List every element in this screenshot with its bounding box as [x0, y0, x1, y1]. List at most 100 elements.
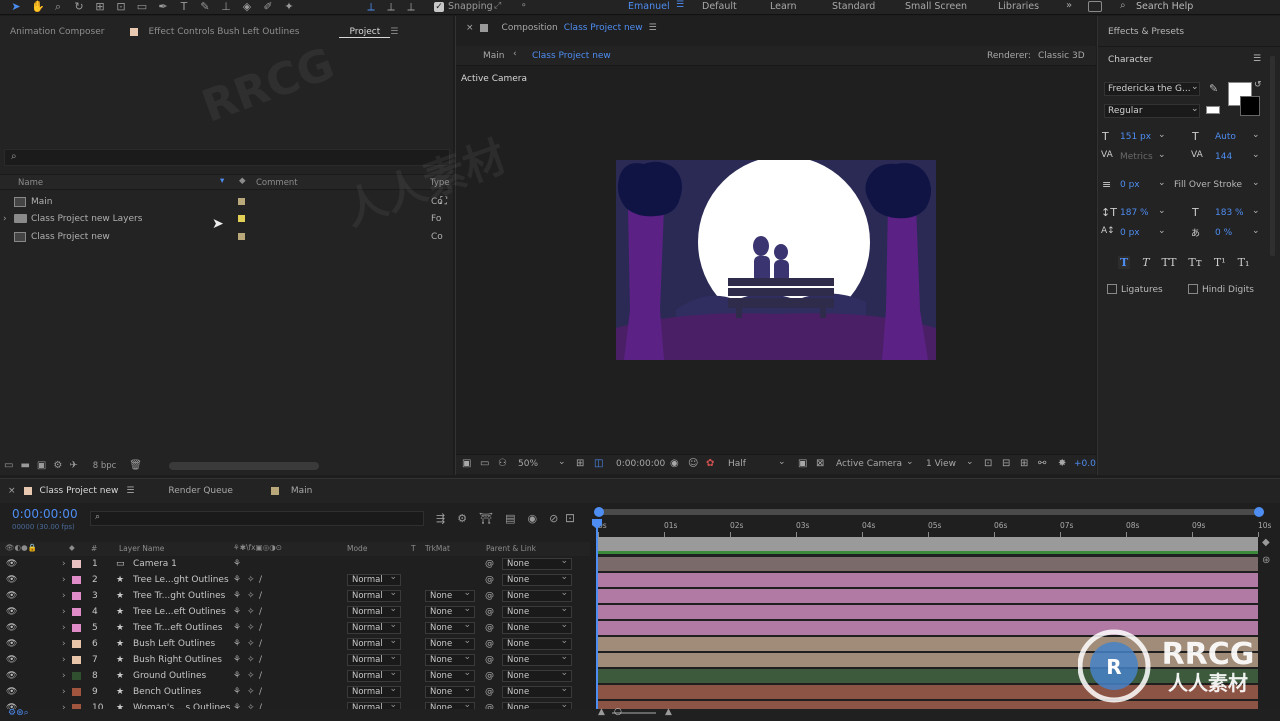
monitor-icon[interactable]: ▭ [480, 458, 489, 469]
column-type[interactable]: Type [430, 178, 450, 188]
local-axis-icon[interactable]: ⟂ [365, 1, 377, 13]
column-parent[interactable]: Parent & Link [486, 544, 536, 553]
expand-chevron-icon[interactable]: › [62, 604, 66, 620]
blend-mode-dropdown[interactable]: Normal [347, 588, 401, 602]
layer-row[interactable]: 👁 › 3 ★ Tree Tr...ght Outlines ⚘ ✧ / Nor… [0, 588, 590, 604]
column-trkmat[interactable]: TrkMat [425, 544, 450, 553]
small-caps-icon[interactable]: Tт [1188, 256, 1201, 269]
camera-chevron-icon[interactable]: ⌄ [906, 457, 914, 467]
layer-row[interactable]: 👁 › 4 ★ Tree Le...eft Outlines ⚘ ✧ / Nor… [0, 604, 590, 620]
channel-icon[interactable]: ✿ [706, 458, 714, 469]
horizontal-scale-value[interactable]: 183 % [1215, 208, 1244, 218]
timeline-icon[interactable]: ⊞ [1020, 458, 1028, 469]
layer-row[interactable]: 👁 › 2 ★ Tree Le...ght Outlines ⚘ ✧ / Nor… [0, 572, 590, 588]
project-search-input[interactable]: ⌕ [4, 149, 450, 166]
shy-switch-icon[interactable]: ⚘ [233, 636, 241, 652]
shy-switch-icon[interactable]: ⚘ [233, 572, 241, 588]
parent-dropdown[interactable]: None [502, 556, 572, 570]
close-tab-icon[interactable]: × [466, 23, 474, 33]
puppet-tool-icon[interactable]: ✦ [283, 1, 295, 13]
snapping-mode-icon[interactable]: ⚬ [520, 1, 528, 11]
region-of-interest-icon[interactable]: ▣ [798, 458, 807, 469]
layer-name[interactable]: Ground Outlines [133, 668, 206, 684]
vr-icon[interactable]: ⚇ [498, 458, 507, 469]
layer-duration-bar[interactable] [598, 589, 1258, 603]
faux-bold-icon[interactable]: T [1118, 256, 1131, 269]
layer-duration-bar[interactable] [598, 605, 1258, 619]
snapping-options-icon[interactable]: ⤢ [494, 1, 501, 11]
snapping-checkbox[interactable]: ✓ [434, 2, 444, 12]
breadcrumb-class-project[interactable]: Class Project new [532, 51, 611, 61]
collapse-switch-icon[interactable]: ✧ [247, 684, 255, 700]
chevron-down-icon[interactable]: ⌄ [1252, 150, 1260, 160]
zoom-out-icon[interactable]: ▲ [598, 707, 605, 717]
current-time-display[interactable]: 0:00:00:00 [616, 459, 665, 469]
panel-menu-icon[interactable]: ☰ [649, 23, 657, 33]
layer-row[interactable]: 👁 › 9 ★ Bench Outlines ⚘ ✧ / Normal None… [0, 684, 590, 700]
flowchart-icon[interactable]: ⛶ [440, 196, 447, 207]
rotate-tool-icon[interactable]: ↻ [73, 1, 85, 13]
eyedropper-icon[interactable]: ✎ [1209, 82, 1218, 95]
quality-switch-icon[interactable]: / [259, 572, 262, 588]
tab-project[interactable]: Project [339, 27, 391, 38]
subscript-icon[interactable]: T₁ [1238, 256, 1250, 269]
quality-switch-icon[interactable]: / [259, 636, 262, 652]
parent-dropdown[interactable]: None [502, 652, 572, 666]
layer-label-swatch[interactable] [72, 672, 81, 680]
column-comment[interactable]: Comment [256, 178, 298, 188]
project-item-main[interactable]: Main Co [3, 193, 451, 210]
timeline-scroll-icon[interactable]: ◆ [1262, 537, 1272, 551]
new-folder-icon[interactable]: ▬ [20, 460, 29, 471]
expand-chevron-icon[interactable]: › [62, 572, 66, 588]
visibility-eye-icon[interactable]: 👁 [6, 668, 17, 684]
layer-label-swatch[interactable] [72, 688, 81, 696]
comp-range-bar[interactable] [598, 537, 1258, 551]
chevron-down-icon[interactable]: ⌄ [1252, 130, 1260, 140]
blend-mode-dropdown[interactable]: Normal [347, 620, 401, 634]
clone-stamp-tool-icon[interactable]: ⊥ [220, 1, 232, 13]
swap-colors-icon[interactable]: ↺ [1254, 80, 1262, 90]
layer-name[interactable]: Tree Le...eft Outlines [133, 604, 226, 620]
graph-editor-icon[interactable]: ⊘ [549, 512, 558, 525]
renderer-value[interactable]: Classic 3D [1038, 51, 1085, 61]
quality-switch-icon[interactable]: / [259, 588, 262, 604]
expand-chevron-icon[interactable]: › [62, 684, 66, 700]
layer-row[interactable]: 👁 › 6 ★ Bush Left Outlines ⚘ ✧ / Normal … [0, 636, 590, 652]
chevron-down-icon[interactable]: ⌄ [1158, 178, 1166, 188]
flowchart-view-icon[interactable]: ⚯ [1038, 458, 1046, 469]
track-matte-dropdown[interactable]: None [425, 636, 475, 650]
track-matte-dropdown[interactable]: None [425, 604, 475, 618]
expand-chevron-icon[interactable]: › [62, 556, 66, 572]
collapse-switch-icon[interactable]: ✧ [247, 636, 255, 652]
comp-flowchart-icon[interactable]: ⇶ [436, 512, 445, 525]
column-mode[interactable]: Mode [347, 544, 367, 553]
eraser-tool-icon[interactable]: ◈ [241, 1, 253, 13]
expand-chevron-icon[interactable]: › [62, 668, 66, 684]
current-timecode[interactable]: 0:00:00:00 [12, 507, 78, 521]
chevron-down-icon[interactable]: ⌄ [1252, 226, 1260, 236]
pick-whip-icon[interactable]: @ [485, 588, 494, 604]
motion-blur-icon[interactable]: ◉ [527, 512, 537, 525]
collapse-switch-icon[interactable]: ✧ [247, 668, 255, 684]
layer-name[interactable]: Tree Tr...eft Outlines [133, 620, 222, 636]
shy-switch-icon[interactable]: ⚘ [233, 556, 241, 572]
search-help-icon[interactable]: ⌕ [1120, 0, 1126, 11]
snapshot-icon[interactable]: ◉ [670, 458, 679, 469]
workspace-layout-icon[interactable] [1088, 1, 1102, 12]
search-help-field[interactable]: Search Help [1136, 1, 1193, 12]
all-caps-icon[interactable]: TT [1162, 256, 1177, 269]
time-ruler[interactable]: 0s 01s 02s 03s 04s 05s 06s 07s 08s 09s 10s [594, 519, 1271, 537]
layer-label-swatch[interactable] [72, 624, 81, 632]
view-chevron-icon[interactable]: ⌄ [966, 457, 974, 467]
composition-title-name[interactable]: Class Project new [564, 23, 643, 33]
chevron-down-icon[interactable]: ⌄ [1158, 206, 1166, 216]
brush-tool-icon[interactable]: ✎ [199, 1, 211, 13]
tab-render-queue[interactable]: Render Queue [168, 486, 232, 496]
track-matte-dropdown[interactable]: None [425, 652, 475, 666]
panel-menu-icon[interactable]: ☰ [390, 27, 398, 37]
zoom-in-icon[interactable]: ▲ [665, 707, 672, 717]
hand-tool-icon[interactable]: ✋ [31, 1, 45, 13]
hindi-digits-checkbox[interactable] [1188, 284, 1198, 294]
quality-switch-icon[interactable]: / [259, 668, 262, 684]
collapse-switch-icon[interactable]: ✧ [247, 604, 255, 620]
